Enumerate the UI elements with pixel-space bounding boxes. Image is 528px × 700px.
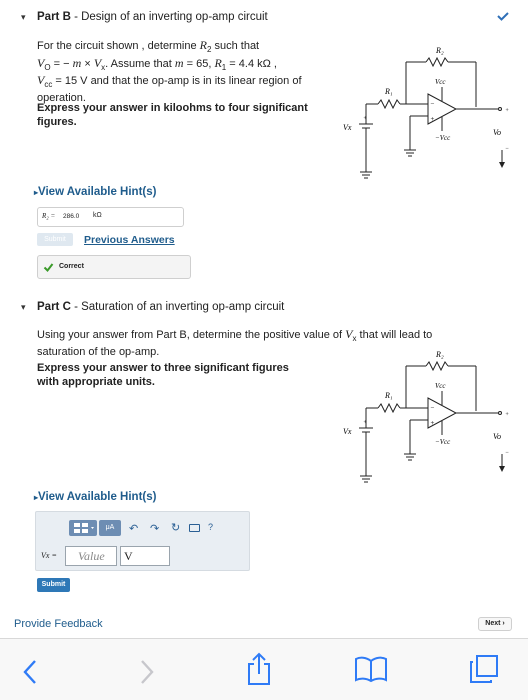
part-b-question: For the circuit shown , determine R2 suc… (37, 38, 302, 105)
part-c-collapse-caret[interactable]: ▾ (21, 302, 26, 313)
keyboard-icon[interactable] (189, 524, 200, 532)
part-c-answer-panel: μA ↶ ↷ ↻ ? Vx = Value V (35, 511, 250, 571)
circuit-r1-label: R₁ (384, 87, 393, 96)
part-b-answer-value: 286.0 (63, 213, 80, 220)
part-b-answer-var: R₂ = (42, 212, 56, 220)
bookmarks-icon[interactable] (354, 655, 388, 683)
back-icon[interactable] (22, 659, 38, 685)
svg-text:−: − (505, 450, 509, 456)
circuit-diagram-c: R₂ R₁ Vcc −Vcc Vx Vo − + + + − (338, 336, 513, 486)
svg-text:−: − (430, 404, 435, 412)
next-button[interactable]: Next › (478, 617, 512, 631)
part-c-header[interactable]: Part C - Saturation of an inverting op-a… (37, 301, 284, 313)
svg-text:−: − (505, 146, 509, 152)
part-b-header[interactable]: Part B - Design of an inverting op-amp c… (37, 11, 268, 23)
help-icon[interactable]: ? (208, 522, 213, 532)
svg-text:+: + (430, 115, 435, 123)
part-c-unit-input[interactable]: V (120, 546, 170, 566)
forward-icon[interactable] (139, 659, 155, 685)
svg-text:R₂: R₂ (435, 350, 444, 359)
share-icon[interactable] (247, 652, 271, 686)
part-c-answer-var: Vx = (41, 551, 57, 560)
svg-text:Vo: Vo (493, 432, 501, 441)
circuit-neg-vcc-label: −Vcc (435, 134, 451, 142)
part-b-submit-button[interactable]: Submit (37, 233, 73, 246)
part-b-title: - Design of an inverting op-amp circuit (70, 11, 268, 23)
part-c-value-input[interactable]: Value (65, 546, 117, 566)
svg-text:Vcc: Vcc (435, 382, 446, 390)
svg-text:−: − (430, 100, 435, 108)
units-button[interactable]: μA (99, 520, 121, 536)
part-b-view-hints[interactable]: ▸View Available Hint(s) (34, 186, 156, 198)
correct-label: Correct (59, 263, 84, 270)
templates-icon (74, 523, 94, 533)
circuit-vo-label: Vo (493, 128, 501, 137)
reset-icon[interactable]: ↻ (171, 521, 180, 534)
part-b-correct-banner: Correct (37, 255, 191, 279)
provide-feedback-link[interactable]: Provide Feedback (14, 618, 103, 630)
part-c-title: - Saturation of an inverting op-amp circ… (70, 301, 285, 313)
part-c-label: Part C (37, 301, 71, 313)
templates-button[interactable] (69, 520, 97, 536)
svg-text:R₁: R₁ (384, 391, 393, 400)
part-b-instructions: Express your answer in kiloohms to four … (37, 102, 308, 128)
redo-icon[interactable]: ↷ (150, 522, 159, 535)
svg-text:Vx: Vx (343, 427, 352, 436)
svg-text:+: + (430, 419, 435, 427)
part-b-collapse-caret[interactable]: ▾ (21, 12, 26, 23)
part-b-answer-box: R₂ = 286.0 kΩ (37, 207, 184, 227)
tabs-icon[interactable] (469, 654, 499, 684)
svg-text:−Vcc: −Vcc (435, 438, 451, 446)
part-b-label: Part B (37, 11, 71, 23)
part-c-submit-button[interactable]: Submit (37, 578, 70, 592)
part-c-view-hints[interactable]: ▸View Available Hint(s) (34, 491, 156, 503)
svg-text:+: + (505, 412, 509, 418)
part-b-answer-unit: kΩ (93, 212, 102, 219)
part-b-check-icon (496, 9, 510, 27)
undo-icon[interactable]: ↶ (129, 522, 138, 535)
svg-text:+: + (505, 108, 509, 114)
previous-answers-link[interactable]: Previous Answers (84, 234, 175, 246)
circuit-vcc-label: Vcc (435, 78, 446, 86)
browser-toolbar (0, 638, 528, 700)
circuit-diagram-b: R₂ R₁ Vcc −Vcc Vx Vo − + + + − (338, 32, 513, 182)
part-c-instructions: Express your answer to three significant… (37, 362, 289, 388)
units-icon: μA (105, 524, 115, 531)
svg-text:+: + (363, 116, 367, 122)
next-chevron-icon: › (500, 620, 505, 627)
correct-check-icon (43, 263, 54, 273)
circuit-r2-label: R₂ (435, 46, 444, 55)
circuit-vx-label: Vx (343, 123, 352, 132)
svg-text:+: + (363, 420, 367, 426)
